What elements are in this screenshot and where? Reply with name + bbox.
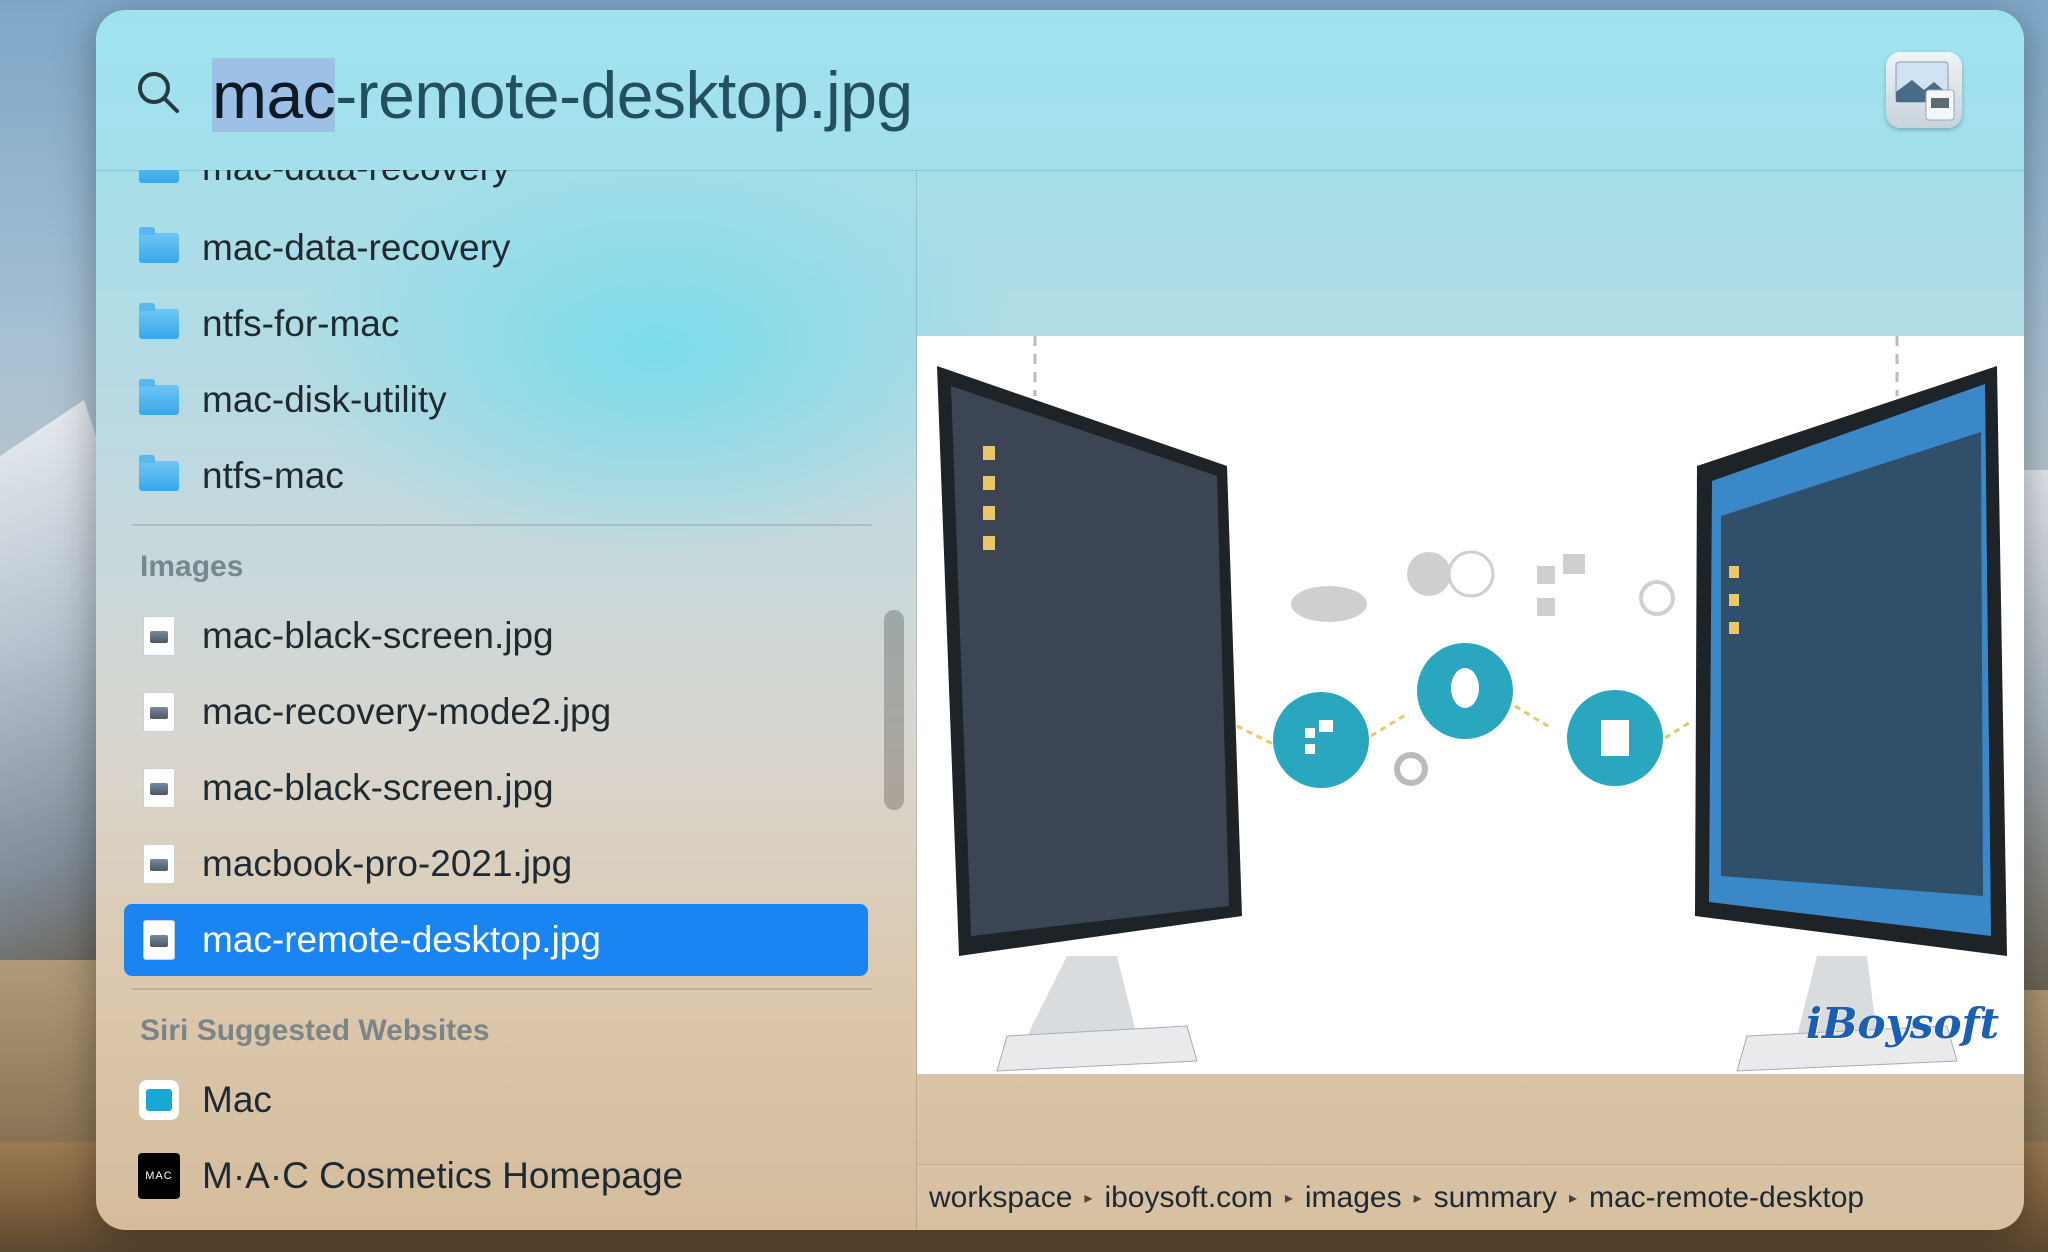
list-item-label: mac-recovery-mode2.jpg bbox=[202, 691, 612, 732]
image-file-icon bbox=[143, 920, 175, 960]
list-item[interactable]: ntfs-mac bbox=[124, 440, 868, 512]
path-breadcrumb: workspace ▸ iboysoft.com ▸ images ▸ summ… bbox=[917, 1164, 2024, 1230]
list-item-label: mac-remote-desktop.jpg bbox=[202, 919, 601, 960]
list-item-selected[interactable]: mac-remote-desktop.jpg bbox=[124, 904, 868, 976]
search-icon bbox=[138, 72, 179, 113]
list-item[interactable]: macbook-pro-2021.jpg bbox=[124, 828, 868, 900]
list-item-label: ntfs-for-mac bbox=[202, 303, 400, 344]
list-item[interactable]: mac-black-screen.jpg bbox=[124, 600, 868, 672]
section-divider bbox=[132, 988, 872, 990]
folder-icon bbox=[139, 455, 179, 491]
breadcrumb-item[interactable]: iboysoft.com bbox=[1104, 1181, 1272, 1215]
list-item-label: ntfs-mac bbox=[202, 455, 344, 496]
image-file-icon bbox=[143, 844, 175, 884]
section-header-siri: Siri Suggested Websites bbox=[140, 1014, 490, 1047]
search-query-rest: -remote-desktop.jpg bbox=[335, 58, 913, 132]
list-item-label: mac-data-recovery bbox=[202, 170, 510, 189]
folder-icon bbox=[139, 227, 179, 263]
mac-cosmetics-icon: MAC bbox=[138, 1153, 180, 1199]
preview-pane: iBoysoft workspace ▸ iboysoft.com ▸ imag… bbox=[916, 170, 2024, 1230]
list-item-label: mac-data-recovery bbox=[202, 227, 511, 268]
watermark-logo: iBoysoft bbox=[1806, 999, 1999, 1048]
list-item-label: mac-disk-utility bbox=[202, 379, 447, 420]
breadcrumb-item[interactable]: mac-remote-desktop bbox=[1589, 1181, 1864, 1215]
results-list: mac-data-recovery mac-data-recovery ntfs… bbox=[96, 170, 916, 1230]
list-item[interactable]: mac-data-recovery bbox=[124, 212, 868, 284]
search-bar: mac-remote-desktop.jpg bbox=[96, 10, 2024, 171]
image-file-icon bbox=[143, 768, 175, 808]
list-item-label: M·A·C Cosmetics Homepage bbox=[202, 1155, 684, 1196]
breadcrumb-item[interactable]: workspace bbox=[929, 1181, 1072, 1215]
breadcrumb-separator-icon: ▸ bbox=[1413, 1189, 1422, 1207]
connection-icons bbox=[1236, 550, 1693, 788]
breadcrumb-separator-icon: ▸ bbox=[1284, 1189, 1293, 1207]
breadcrumb-item[interactable]: images bbox=[1305, 1181, 1402, 1215]
search-query-selected: mac bbox=[212, 58, 336, 132]
search-input[interactable]: mac-remote-desktop.jpg bbox=[212, 50, 913, 140]
list-item[interactable]: ntfs-for-mac bbox=[124, 288, 868, 360]
image-file-icon bbox=[143, 616, 175, 656]
results-scrollbar[interactable] bbox=[884, 610, 904, 810]
list-item[interactable]: mac-recovery-mode2.jpg bbox=[124, 676, 868, 748]
list-item-label: macbook-pro-2021.jpg bbox=[202, 843, 573, 884]
preview-image: iBoysoft bbox=[917, 336, 2024, 1074]
breadcrumb-separator-icon: ▸ bbox=[1084, 1189, 1093, 1207]
list-item[interactable]: MAC M·A·C Cosmetics Homepage bbox=[124, 1140, 868, 1212]
folder-icon bbox=[139, 170, 179, 183]
list-item-label: mac-black-screen.jpg bbox=[202, 767, 554, 808]
folder-icon bbox=[139, 303, 179, 339]
list-item[interactable]: mac-disk-utility bbox=[124, 364, 868, 436]
list-item[interactable]: Mac bbox=[124, 1064, 868, 1136]
safari-bookmark-icon bbox=[139, 1080, 179, 1120]
left-monitor-illustration bbox=[937, 336, 1242, 1072]
breadcrumb-separator-icon: ▸ bbox=[1568, 1189, 1577, 1207]
list-item[interactable]: mac-data-recovery bbox=[124, 170, 868, 204]
image-file-icon bbox=[143, 692, 175, 732]
list-item-label: mac-black-screen.jpg bbox=[202, 615, 554, 656]
section-divider bbox=[132, 524, 872, 526]
folder-icon bbox=[139, 379, 179, 415]
spotlight-window: mac-remote-desktop.jpg mac-data-recovery… bbox=[96, 10, 2024, 1230]
preview-app-icon[interactable] bbox=[1886, 52, 1962, 128]
breadcrumb-item[interactable]: summary bbox=[1434, 1181, 1557, 1215]
section-header-images: Images bbox=[140, 550, 244, 583]
list-item[interactable]: mac-black-screen.jpg bbox=[124, 752, 868, 824]
right-monitor-illustration bbox=[1695, 336, 2007, 1072]
list-item-label: Mac bbox=[202, 1079, 272, 1120]
